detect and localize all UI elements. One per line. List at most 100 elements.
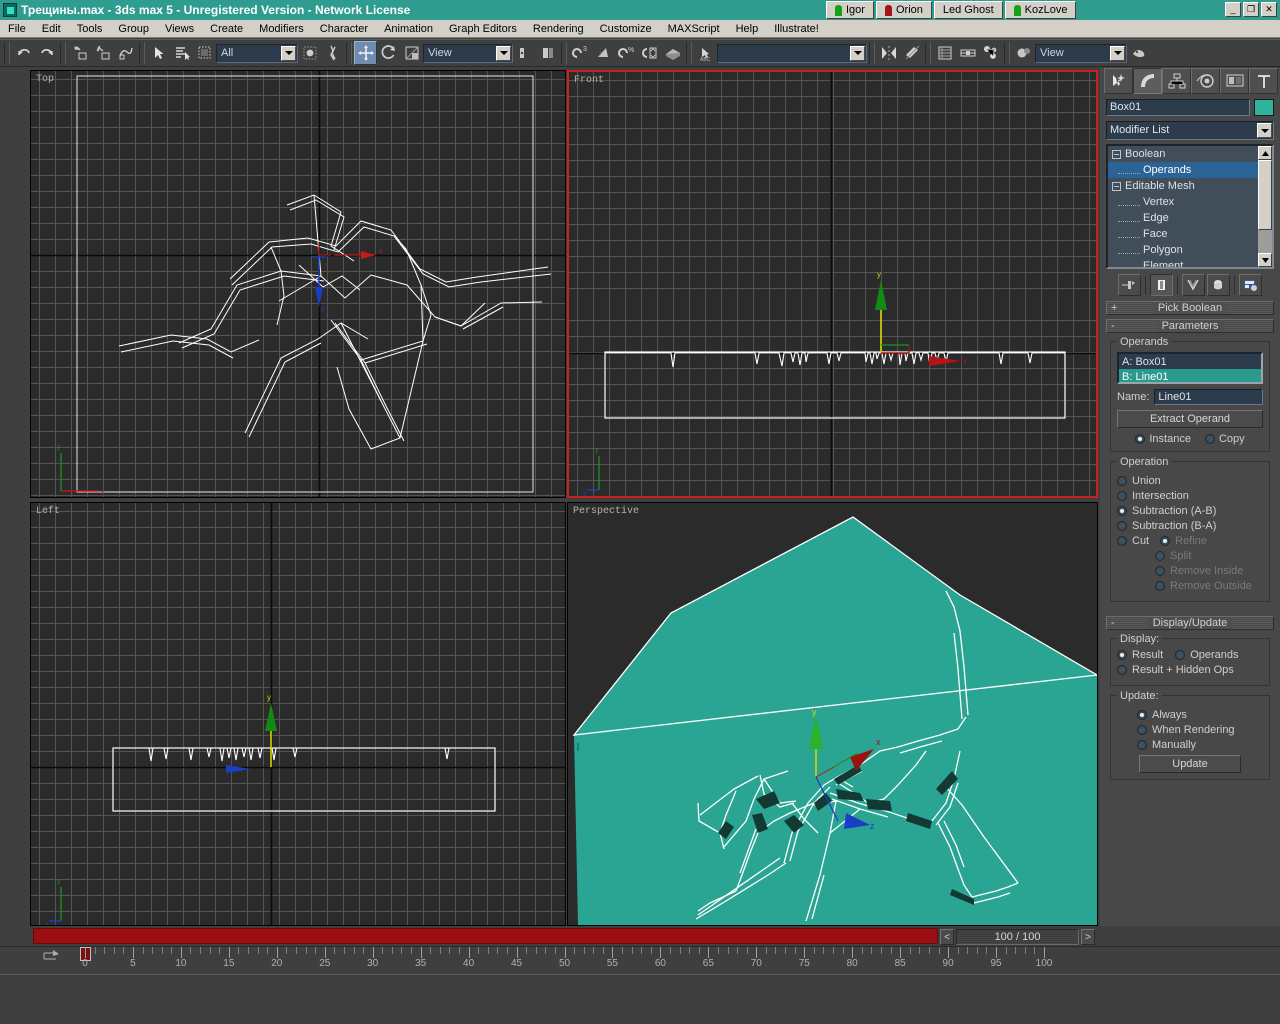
update-always-radio[interactable] bbox=[1137, 710, 1147, 720]
material-editor-icon[interactable] bbox=[1012, 41, 1035, 65]
scroll-up-button[interactable] bbox=[1258, 146, 1272, 160]
select-region-circle-icon[interactable] bbox=[298, 41, 321, 65]
chevron-down-icon[interactable] bbox=[850, 45, 865, 61]
snaps-toggle-icon[interactable]: 3 bbox=[569, 41, 592, 65]
rectangular-selection-region-icon[interactable] bbox=[193, 41, 216, 65]
task-button-ledghost[interactable]: Led Ghost bbox=[933, 1, 1003, 19]
subtraction-ba-radio[interactable] bbox=[1117, 521, 1127, 531]
split-radio[interactable] bbox=[1155, 551, 1165, 561]
update-manually-row[interactable]: Manually bbox=[1117, 739, 1263, 751]
selection-filter-combo[interactable]: All bbox=[216, 43, 298, 63]
select-object-icon[interactable] bbox=[147, 41, 170, 65]
display-result-hidden-row[interactable]: Result + Hidden Ops bbox=[1117, 664, 1263, 676]
union-radio[interactable] bbox=[1117, 476, 1127, 486]
copy-radio-row[interactable]: Copy bbox=[1204, 433, 1245, 445]
display-operands-radio[interactable] bbox=[1175, 650, 1186, 660]
mirror-icon[interactable] bbox=[877, 41, 900, 65]
chevron-down-icon[interactable] bbox=[1257, 123, 1272, 138]
select-and-scale-icon[interactable] bbox=[400, 41, 423, 65]
collapse-icon[interactable]: - bbox=[1111, 320, 1115, 332]
viewport-perspective[interactable]: y x z Perspective bbox=[567, 502, 1098, 926]
stack-item-polygon[interactable]: Polygon bbox=[1108, 242, 1272, 258]
op-intersection-row[interactable]: Intersection bbox=[1117, 490, 1263, 502]
timeline-ruler[interactable]: 0 5 10 15 20 25 30 35 40 45 50 55 60 65 70 75 80 85 90 95 10… bbox=[0, 946, 1280, 974]
task-button-kozlove[interactable]: KozLove bbox=[1004, 1, 1077, 19]
menu-views[interactable]: Views bbox=[157, 22, 202, 36]
intersection-radio[interactable] bbox=[1117, 491, 1127, 501]
curve-editor-icon[interactable] bbox=[956, 41, 979, 65]
chevron-down-icon[interactable] bbox=[1110, 45, 1125, 61]
menu-maxscript[interactable]: MAXScript bbox=[660, 22, 728, 36]
pick-boolean-header[interactable]: + Pick Boolean bbox=[1106, 301, 1274, 315]
redo-icon[interactable] bbox=[35, 41, 58, 65]
stack-scrollbar[interactable] bbox=[1258, 146, 1272, 267]
schematic-view-icon[interactable] bbox=[979, 41, 1002, 65]
bind-to-space-warp-icon[interactable] bbox=[114, 41, 137, 65]
operand-a[interactable]: A: Box01 bbox=[1119, 354, 1261, 369]
menu-illustrate[interactable]: Illustrate! bbox=[766, 22, 827, 36]
menu-character[interactable]: Character bbox=[312, 22, 376, 36]
menu-graph-editors[interactable]: Graph Editors bbox=[441, 22, 525, 36]
extract-operand-button[interactable]: Extract Operand bbox=[1117, 410, 1263, 428]
menu-file[interactable]: File bbox=[0, 22, 34, 36]
quick-render-icon[interactable] bbox=[1127, 41, 1150, 65]
copy-radio[interactable] bbox=[1204, 434, 1215, 444]
stack-item-vertex[interactable]: Vertex bbox=[1108, 194, 1272, 210]
minimize-button[interactable]: _ bbox=[1225, 2, 1241, 17]
align-icon[interactable] bbox=[900, 41, 923, 65]
modify-tab[interactable] bbox=[1133, 68, 1162, 94]
angle-snap-toggle-icon[interactable] bbox=[592, 41, 615, 65]
update-when-rendering-radio[interactable] bbox=[1137, 725, 1147, 735]
stack-item-boolean[interactable]: Boolean bbox=[1108, 146, 1272, 162]
subtraction-ab-radio[interactable] bbox=[1117, 506, 1127, 516]
display-result-row[interactable]: Result bbox=[1117, 649, 1163, 661]
show-end-result-icon[interactable] bbox=[1150, 274, 1173, 296]
menu-tools[interactable]: Tools bbox=[69, 22, 111, 36]
utilities-tab[interactable] bbox=[1249, 68, 1278, 94]
track-view-icon[interactable] bbox=[40, 947, 70, 967]
task-button-orion[interactable]: Orion bbox=[875, 1, 932, 19]
use-pivot-point-center-icon[interactable] bbox=[513, 41, 536, 65]
undo-icon[interactable] bbox=[12, 41, 35, 65]
object-color-swatch[interactable] bbox=[1254, 99, 1274, 116]
restore-button[interactable]: ❐ bbox=[1243, 2, 1259, 17]
viewport-combo[interactable]: View bbox=[1035, 43, 1127, 63]
close-button[interactable]: ✕ bbox=[1261, 2, 1277, 17]
viewport-front[interactable]: y x y z Front bbox=[567, 70, 1098, 498]
stack-item-face[interactable]: Face bbox=[1108, 226, 1272, 242]
op-cut-row[interactable]: Cut Refine bbox=[1117, 535, 1263, 547]
display-result-hidden-radio[interactable] bbox=[1117, 665, 1127, 675]
named-selection-sets-icon[interactable] bbox=[661, 41, 684, 65]
percent-snap-toggle-icon[interactable]: % bbox=[615, 41, 638, 65]
menu-edit[interactable]: Edit bbox=[34, 22, 69, 36]
display-update-header[interactable]: - Display/Update bbox=[1106, 616, 1274, 630]
motion-tab[interactable] bbox=[1191, 68, 1220, 94]
stack-item-editable-mesh[interactable]: Editable Mesh bbox=[1108, 178, 1272, 194]
modifier-stack[interactable]: Boolean Operands Editable Mesh Vertex Ed… bbox=[1106, 144, 1274, 269]
scroll-down-button[interactable] bbox=[1258, 253, 1272, 267]
remove-outside-radio[interactable] bbox=[1155, 581, 1165, 591]
select-and-rotate-icon[interactable] bbox=[377, 41, 400, 65]
display-result-radio[interactable] bbox=[1117, 650, 1127, 660]
time-slider-range[interactable] bbox=[33, 928, 938, 944]
collapse-icon[interactable]: - bbox=[1111, 617, 1115, 629]
pin-stack-icon[interactable] bbox=[1118, 274, 1141, 296]
refine-radio[interactable] bbox=[1160, 536, 1171, 546]
hierarchy-tab[interactable] bbox=[1162, 68, 1191, 94]
next-frame-button[interactable]: > bbox=[1081, 929, 1095, 945]
parameters-header[interactable]: - Parameters bbox=[1106, 319, 1274, 333]
display-operands-row[interactable]: Operands bbox=[1175, 649, 1239, 661]
menu-modifiers[interactable]: Modifiers bbox=[251, 22, 312, 36]
select-and-link-icon[interactable] bbox=[68, 41, 91, 65]
scrollbar-thumb[interactable] bbox=[1258, 160, 1272, 230]
remove-inside-radio[interactable] bbox=[1155, 566, 1165, 576]
spinner-snap-toggle-icon[interactable] bbox=[638, 41, 661, 65]
menu-group[interactable]: Group bbox=[110, 22, 157, 36]
named-selection-set-combo[interactable] bbox=[717, 43, 867, 63]
time-slider-readout[interactable]: 100 / 100 bbox=[956, 929, 1079, 945]
stack-item-edge[interactable]: Edge bbox=[1108, 210, 1272, 226]
named-selection-icon[interactable]: ABC bbox=[694, 41, 717, 65]
select-by-name-icon[interactable] bbox=[170, 41, 193, 65]
menu-animation[interactable]: Animation bbox=[376, 22, 441, 36]
layer-manager-icon[interactable] bbox=[933, 41, 956, 65]
